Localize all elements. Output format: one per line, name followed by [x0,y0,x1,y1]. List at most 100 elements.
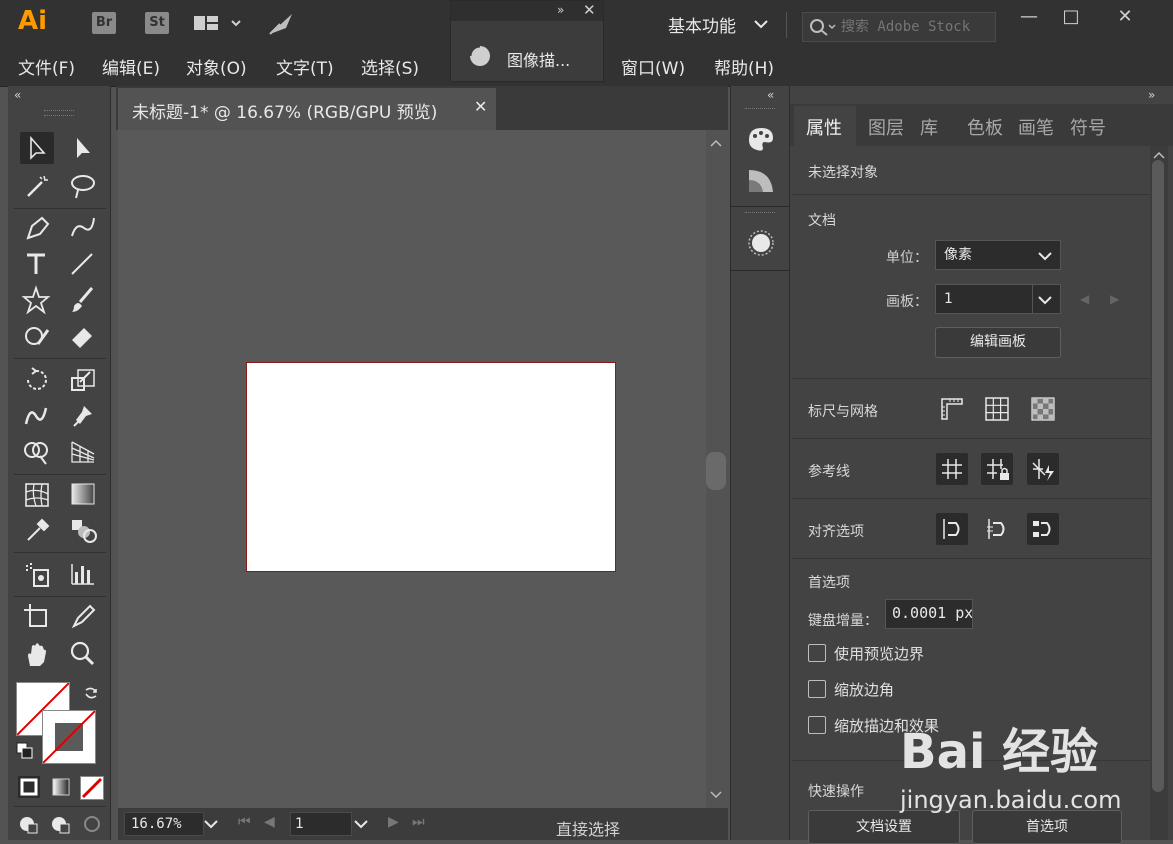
selection-tool-icon[interactable] [20,132,54,164]
next-artboard-icon[interactable]: ▶ [1110,292,1119,306]
workspace-switcher[interactable]: 基本功能 [668,12,736,37]
chevron-down-icon[interactable] [754,18,768,33]
grid-icon[interactable] [981,393,1013,425]
magic-wand-tool-icon[interactable] [20,170,54,202]
tab-swatches[interactable]: 色板 [967,114,1003,140]
puppet-warp-tool-icon[interactable] [66,400,100,432]
transparency-grid-icon[interactable] [1027,393,1059,425]
menu-window[interactable]: 窗口(W) [621,54,685,79]
none-mode-icon[interactable] [80,776,104,800]
show-guides-icon[interactable] [936,453,968,485]
minimize-button[interactable]: — [1014,6,1044,28]
tab-layers[interactable]: 图层 [868,114,904,140]
tab-symbols[interactable]: 符号 [1070,114,1106,140]
keyboard-increment-field[interactable]: 0.0001 px [885,599,973,629]
panel-grip[interactable] [745,212,775,216]
align-to-artboard-icon[interactable] [1027,513,1059,545]
close-tab-icon[interactable]: ✕ [474,97,487,116]
lasso-tool-icon[interactable] [66,170,100,202]
scroll-up-icon[interactable] [710,138,722,148]
artboard-dropdown[interactable]: 1 [935,284,1061,314]
menu-select[interactable]: 选择(S) [361,54,419,79]
chevron-down-icon[interactable] [204,818,218,833]
tab-brushes[interactable]: 画笔 [1018,114,1054,140]
rotate-tool-icon[interactable] [20,364,54,396]
menu-edit[interactable]: 编辑(E) [102,54,160,79]
first-artboard-icon[interactable]: ⏮ [238,814,251,830]
slice-tool-icon[interactable] [66,600,100,632]
zoom-level-field[interactable]: 16.67% [124,812,204,836]
scale-strokes-effects-checkbox[interactable] [808,716,826,734]
stock-search[interactable] [802,12,996,42]
close-button[interactable]: ✕ [1110,6,1140,28]
lock-guides-icon[interactable] [981,453,1013,485]
line-tool-icon[interactable] [66,248,100,280]
menu-type[interactable]: 文字(T) [276,54,334,79]
column-graph-tool-icon[interactable] [66,558,100,590]
scroll-up-icon[interactable] [1153,150,1165,160]
stroke-swatch[interactable] [42,710,96,764]
chevron-down-icon[interactable] [354,818,368,833]
preferences-button[interactable]: 首选项 [972,810,1122,844]
scroll-down-icon[interactable] [710,790,722,800]
stock-button[interactable]: St [145,12,169,34]
next-artboard-icon[interactable]: ▶ [388,814,399,830]
scale-tool-icon[interactable] [66,364,100,396]
image-trace-panel[interactable]: » ✕ 图像描... [450,0,604,82]
color-guide-icon[interactable] [745,124,777,158]
artboard-number-field[interactable]: 1 [290,812,352,836]
blend-tool-icon[interactable] [66,514,100,546]
zoom-tool-icon[interactable] [66,638,100,670]
align-to-key-object-icon[interactable] [981,513,1013,545]
type-tool-icon[interactable] [20,248,54,280]
swap-fill-stroke-icon[interactable] [82,684,100,706]
use-preview-bounds-checkbox[interactable] [808,644,826,662]
menu-object[interactable]: 对象(O) [186,54,247,79]
mesh-tool-icon[interactable] [20,478,54,510]
arrange-documents-icon[interactable] [194,13,246,39]
panel-header[interactable]: » ✕ [451,1,603,21]
curvature-tool-icon[interactable] [66,212,100,244]
shaper-tool-icon[interactable] [20,320,54,352]
last-artboard-icon[interactable]: ⏭ [412,814,425,830]
menu-help[interactable]: 帮助(H) [714,54,774,79]
shape-builder-tool-icon[interactable] [20,436,54,468]
panel-scroll-thumb[interactable] [1152,160,1164,792]
prev-artboard-icon[interactable]: ◀ [1080,292,1089,306]
gpu-performance-icon[interactable] [266,10,296,42]
panel-grip[interactable] [745,108,775,112]
bridge-button[interactable]: Br [92,12,116,34]
draw-normal-icon[interactable] [18,814,42,840]
paintbrush-tool-icon[interactable] [66,284,100,316]
warp-tool-icon[interactable] [20,400,54,432]
direct-selection-tool-icon[interactable] [66,132,100,164]
draw-behind-icon[interactable] [50,814,74,840]
brightness-icon[interactable] [745,228,777,262]
rulers-icon[interactable] [936,393,968,425]
default-fill-stroke-icon[interactable] [16,742,34,764]
unit-dropdown[interactable]: 像素 [935,240,1061,270]
search-input[interactable] [839,16,993,38]
prev-artboard-icon[interactable]: ◀ [264,814,275,830]
artboard-tool-icon[interactable] [20,600,54,632]
document-tab[interactable]: 未标题-1* @ 16.67% (RGB/GPU 预览) ✕ [118,88,496,130]
hand-tool-icon[interactable] [20,638,54,670]
symbol-sprayer-tool-icon[interactable] [20,558,54,590]
edit-artboards-button[interactable]: 编辑画板 [935,327,1061,358]
menu-file[interactable]: 文件(F) [18,54,75,79]
artboard[interactable] [246,362,616,572]
star-tool-icon[interactable] [20,284,54,316]
scale-corners-checkbox[interactable] [808,680,826,698]
perspective-grid-tool-icon[interactable] [66,436,100,468]
pen-tool-icon[interactable] [20,212,54,244]
document-setup-button[interactable]: 文档设置 [808,810,960,844]
gradient-tool-icon[interactable] [66,478,100,510]
smart-guides-icon[interactable] [1027,453,1059,485]
tab-properties[interactable]: 属性 [806,114,842,140]
align-to-pixel-grid-icon[interactable] [936,513,968,545]
eyedropper-tool-icon[interactable] [20,514,54,546]
restore-button[interactable]: □ [1056,6,1086,28]
panel-grip[interactable] [44,110,74,116]
tab-libraries[interactable]: 库 [920,114,938,140]
color-mode-icon[interactable] [18,776,40,798]
